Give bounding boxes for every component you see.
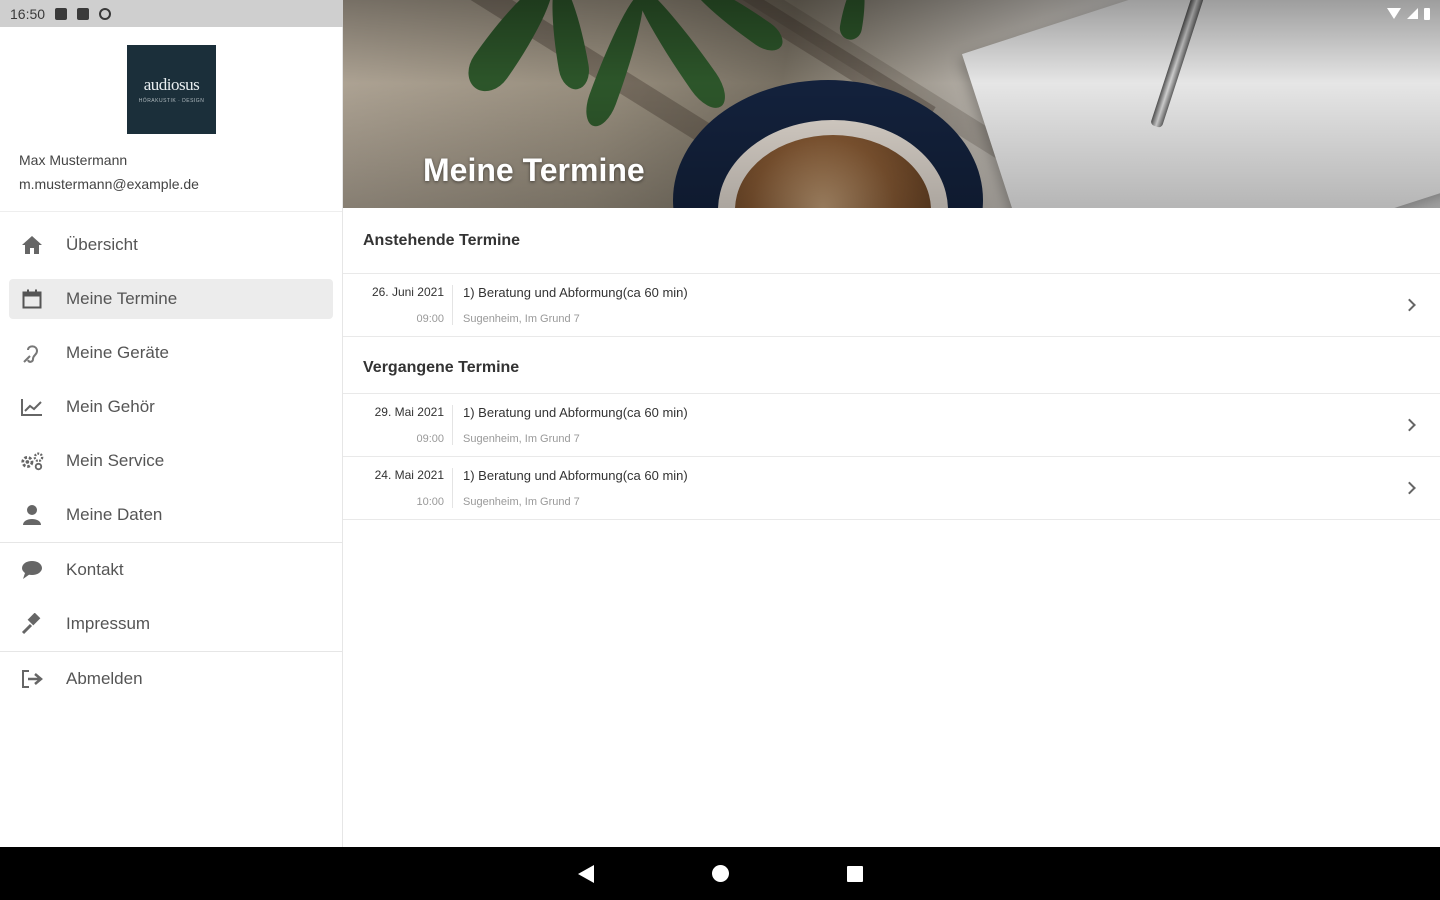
sidebar-item-label: Meine Daten xyxy=(66,505,163,524)
gavel-icon xyxy=(20,612,44,636)
hearing-icon xyxy=(20,341,44,365)
sidebar-item-mein-gehoer[interactable]: Mein Gehör xyxy=(0,380,342,434)
wifi-icon xyxy=(1387,8,1401,19)
status-right xyxy=(1387,7,1430,20)
appointment-info: 1) Beratung und Abformung(ca 60 min) Sug… xyxy=(453,285,688,325)
past-section-title: Vergangene Termine xyxy=(343,337,1440,394)
sidebar-item-meine-termine[interactable]: Meine Termine xyxy=(0,272,342,326)
chart-icon xyxy=(20,395,44,419)
sidebar-item-label: Übersicht xyxy=(66,235,138,254)
appointment-info: 1) Beratung und Abformung(ca 60 min) Sug… xyxy=(453,468,688,508)
sd-card-icon xyxy=(77,7,90,20)
appointment-date: 24. Mai 2021 xyxy=(374,468,444,482)
signal-icon xyxy=(1407,8,1418,19)
recent-apps-icon[interactable] xyxy=(846,865,863,882)
appointment-location: Sugenheim, Im Grund 7 xyxy=(463,313,580,325)
sidebar-item-label: Impressum xyxy=(66,614,151,633)
back-icon[interactable] xyxy=(577,864,594,883)
sidebar-item-label: Abmelden xyxy=(66,669,143,688)
appointment-time: 09:00 xyxy=(416,313,444,325)
home-button-icon[interactable] xyxy=(711,865,729,882)
sync-icon xyxy=(99,7,112,20)
appointment-date-column: 29. Mai 2021 09:00 xyxy=(343,405,453,445)
appointment-row[interactable]: 29. Mai 2021 09:00 1) Beratung und Abfor… xyxy=(343,394,1440,457)
appointment-title: 1) Beratung und Abformung(ca 60 min) xyxy=(463,405,688,420)
chevron-right-icon xyxy=(1403,298,1416,312)
user-name: Max Mustermann xyxy=(19,152,128,168)
calendar-icon xyxy=(20,287,44,311)
logout-icon xyxy=(20,667,44,691)
sidebar-item-label: Mein Service xyxy=(66,451,165,470)
upcoming-section-title: Anstehende Termine xyxy=(343,208,1440,274)
sidebar-item-mein-service[interactable]: Mein Service xyxy=(0,434,342,488)
appointment-location: Sugenheim, Im Grund 7 xyxy=(463,496,580,508)
appointment-title: 1) Beratung und Abformung(ca 60 min) xyxy=(463,285,688,300)
logo-tagline: HÖRAKUSTIK · DESIGN xyxy=(138,98,205,104)
sidebar: audiosus HÖRAKUSTIK · DESIGN Max Musterm… xyxy=(0,0,343,847)
header-image: Meine Termine xyxy=(343,0,1440,208)
gears-icon xyxy=(20,449,44,473)
home-icon xyxy=(20,233,44,257)
profile-header: audiosus HÖRAKUSTIK · DESIGN Max Musterm… xyxy=(0,27,342,212)
sidebar-item-label: Meine Termine xyxy=(66,289,178,308)
appointment-row[interactable]: 26. Juni 2021 09:00 1) Beratung und Abfo… xyxy=(343,274,1440,337)
sidebar-item-label: Mein Gehör xyxy=(66,397,155,416)
appointment-title: 1) Beratung und Abformung(ca 60 min) xyxy=(463,468,688,483)
appointment-date-column: 24. Mai 2021 10:00 xyxy=(343,468,453,508)
status-bar: 16:50 xyxy=(0,0,1440,27)
sidebar-item-abmelden[interactable]: Abmelden xyxy=(0,652,342,706)
appointment-time: 10:00 xyxy=(416,496,444,508)
system-navigation-bar xyxy=(0,847,1440,900)
chevron-right-icon xyxy=(1403,481,1416,495)
appointment-time: 09:00 xyxy=(416,433,444,445)
user-email: m.mustermann@example.de xyxy=(19,176,199,192)
status-time: 16:50 xyxy=(10,5,46,22)
appointments-content: Anstehende Termine 26. Juni 2021 09:00 1… xyxy=(343,208,1440,847)
appointment-location: Sugenheim, Im Grund 7 xyxy=(463,433,580,445)
status-left: 16:50 xyxy=(10,5,112,22)
appointment-date: 29. Mai 2021 xyxy=(374,405,444,419)
battery-icon xyxy=(1424,7,1430,20)
appointment-date-column: 26. Juni 2021 09:00 xyxy=(343,285,453,325)
appointment-info: 1) Beratung und Abformung(ca 60 min) Sug… xyxy=(453,405,688,445)
sidebar-item-meine-geraete[interactable]: Meine Geräte xyxy=(0,326,342,380)
sidebar-item-impressum[interactable]: Impressum xyxy=(0,597,342,651)
sidebar-item-kontakt[interactable]: Kontakt xyxy=(0,543,342,597)
user-icon xyxy=(20,503,44,527)
chat-icon xyxy=(20,558,44,582)
page-title: Meine Termine xyxy=(423,152,645,188)
sidebar-item-meine-daten[interactable]: Meine Daten xyxy=(0,488,342,542)
brand-logo: audiosus HÖRAKUSTIK · DESIGN xyxy=(127,45,216,134)
appointment-row[interactable]: 24. Mai 2021 10:00 1) Beratung und Abfor… xyxy=(343,457,1440,520)
sidebar-item-label: Kontakt xyxy=(66,560,124,579)
sidebar-nav: Übersicht Meine Termine Meine Geräte Mei… xyxy=(0,218,342,706)
sidebar-item-label: Meine Geräte xyxy=(66,343,169,362)
appointment-date: 26. Juni 2021 xyxy=(371,285,444,299)
chevron-right-icon xyxy=(1403,418,1416,432)
sidebar-item-uebersicht[interactable]: Übersicht xyxy=(0,218,342,272)
logo-brand-text: audiosus xyxy=(143,75,200,94)
notification-icon xyxy=(55,7,68,20)
